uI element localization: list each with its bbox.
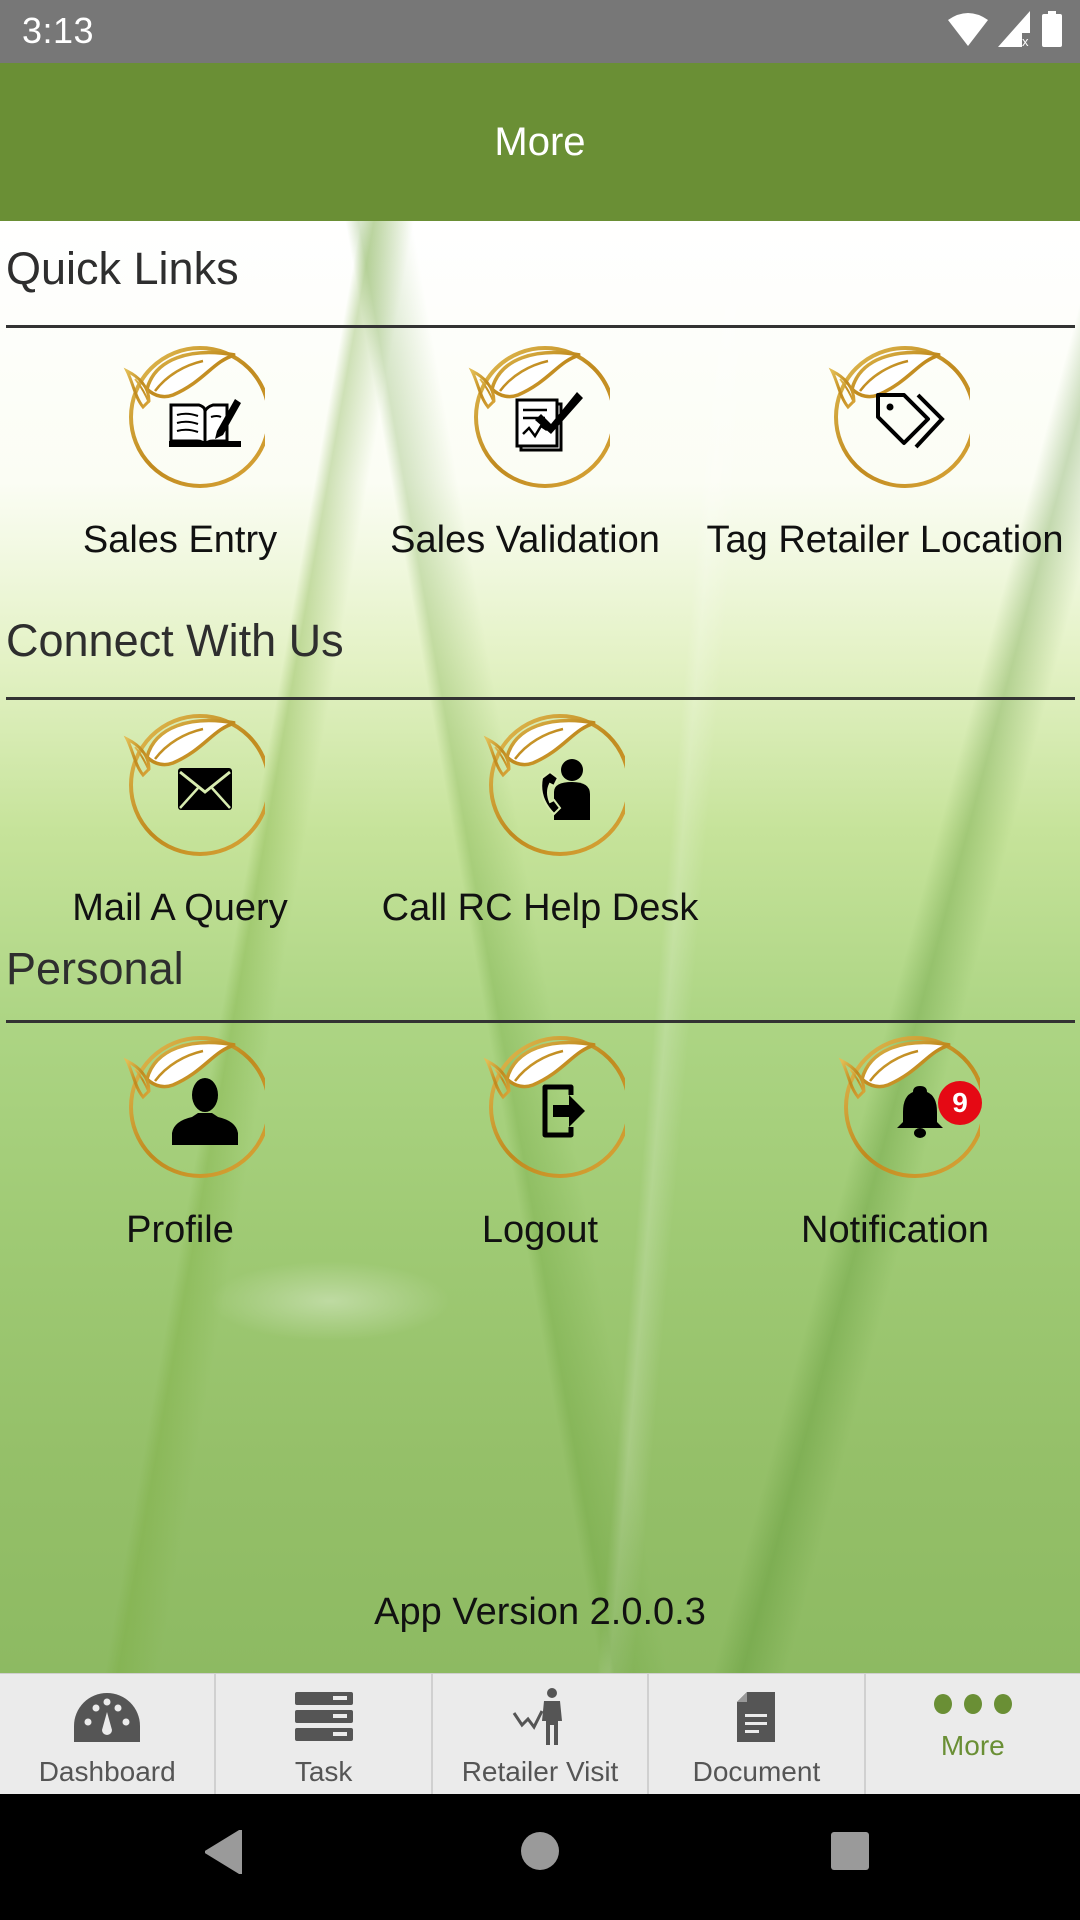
personal-logout[interactable]: Logout [360, 1031, 720, 1252]
tile-label: Mail A Query [72, 887, 288, 929]
quick-link-sales-validation[interactable]: Sales Validation [345, 341, 705, 562]
nav-label: Document [692, 1756, 821, 1787]
recents-button[interactable] [830, 1831, 870, 1876]
battery-icon [1042, 10, 1062, 52]
bottom-nav: Dashboard Task Retailer Visit Document M… [0, 1673, 1080, 1794]
user-icon [167, 1073, 243, 1149]
tile-label: Profile [126, 1209, 234, 1251]
page-title: More [494, 119, 586, 164]
svg-text:x: x [1022, 34, 1029, 47]
nav-label: Dashboard [38, 1756, 176, 1787]
app-version: App Version 2.0.0.3 [374, 1591, 706, 1633]
content-area: Quick Links Sales Entry Sales Validation… [0, 221, 1080, 1673]
phone-user-icon [527, 751, 603, 827]
signal-no-data-icon: x [998, 10, 1032, 52]
section-title-connect: Connect With Us [6, 615, 344, 666]
status-icons: x [948, 10, 1062, 52]
tile-label: Sales Entry [82, 519, 278, 561]
back-button[interactable] [204, 1829, 245, 1879]
nav-label: More [940, 1730, 1005, 1761]
tile-label: Call RC Help Desk [381, 887, 699, 929]
tile-label: Logout [481, 1209, 599, 1251]
connect-call-rc-help-desk[interactable]: Call RC Help Desk [360, 709, 720, 930]
document-check-icon [512, 383, 588, 459]
divider [6, 325, 1075, 328]
logout-icon [527, 1073, 603, 1149]
divider [6, 697, 1075, 700]
section-title-quick-links: Quick Links [6, 243, 239, 294]
tile-label: Notification [801, 1209, 989, 1251]
personal-notification[interactable]: 9 Notification [715, 1031, 1075, 1252]
envelope-icon [167, 751, 243, 827]
home-button[interactable] [520, 1831, 560, 1876]
person-chart-icon [512, 1684, 568, 1750]
system-navigation-bar [0, 1794, 1080, 1920]
nav-more[interactable]: More [866, 1674, 1080, 1794]
connect-mail-a-query[interactable]: Mail A Query [0, 709, 360, 930]
notification-count-badge: 9 [938, 1081, 982, 1125]
divider [6, 1020, 1075, 1023]
book-edit-icon [167, 383, 243, 459]
quick-link-sales-entry[interactable]: Sales Entry [0, 341, 360, 562]
tags-icon [872, 383, 948, 459]
status-time: 3:13 [22, 10, 95, 51]
nav-label: Retailer Visit [461, 1756, 619, 1787]
wifi-icon [948, 12, 988, 51]
document-icon [737, 1684, 776, 1750]
section-title-personal: Personal [6, 943, 184, 994]
more-dots-icon [933, 1684, 1013, 1724]
status-bar: 3:13 x [0, 0, 1080, 63]
gauge-icon [74, 1684, 141, 1750]
tile-label: Sales Validation [390, 519, 660, 561]
nav-label: Task [294, 1756, 353, 1787]
tile-label: Tag Retailer Location [706, 519, 1064, 561]
app-bar: More [0, 63, 1080, 221]
personal-profile[interactable]: Profile [0, 1031, 360, 1252]
nav-dashboard[interactable]: Dashboard [0, 1674, 217, 1794]
nav-task[interactable]: Task [216, 1674, 433, 1794]
task-list-icon [294, 1684, 353, 1750]
quick-link-tag-retailer-location[interactable]: Tag Retailer Location [705, 341, 1065, 562]
nav-retailer-visit[interactable]: Retailer Visit [433, 1674, 650, 1794]
nav-document[interactable]: Document [649, 1674, 866, 1794]
